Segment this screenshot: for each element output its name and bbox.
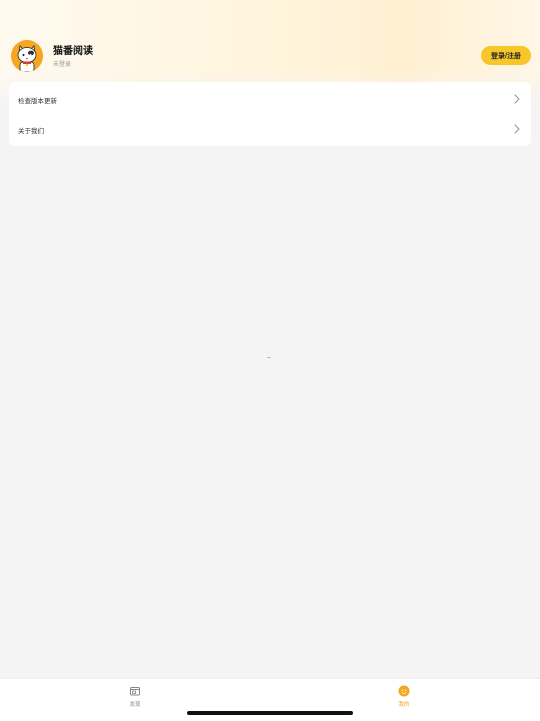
avatar[interactable]	[11, 40, 43, 72]
menu-item-check-update[interactable]: 检查版本更新	[9, 84, 531, 114]
menu-item-label: 关于我们	[18, 127, 44, 135]
tab-label: 我的	[398, 702, 410, 708]
tab-label: 发现	[129, 702, 141, 708]
home-indicator	[187, 711, 353, 715]
login-register-button[interactable]: 登录/注册	[481, 46, 531, 65]
login-status: 未登录	[53, 61, 72, 68]
cat-mascot-icon	[11, 40, 43, 72]
menu-item-label: 检查版本更新	[18, 97, 57, 105]
app-name: 猫番阅读	[53, 46, 93, 57]
menu-item-about-us[interactable]: 关于我们	[9, 114, 531, 144]
chevron-right-icon	[514, 124, 520, 134]
tab-profile[interactable]: 我的	[384, 683, 424, 711]
menu-card: 检查版本更新 关于我们	[9, 82, 531, 146]
tab-discover[interactable]: 发现	[115, 683, 155, 711]
loading-indicator	[267, 357, 271, 358]
chevron-right-icon	[514, 94, 520, 104]
profile-icon	[398, 685, 410, 697]
discover-icon	[130, 687, 140, 696]
